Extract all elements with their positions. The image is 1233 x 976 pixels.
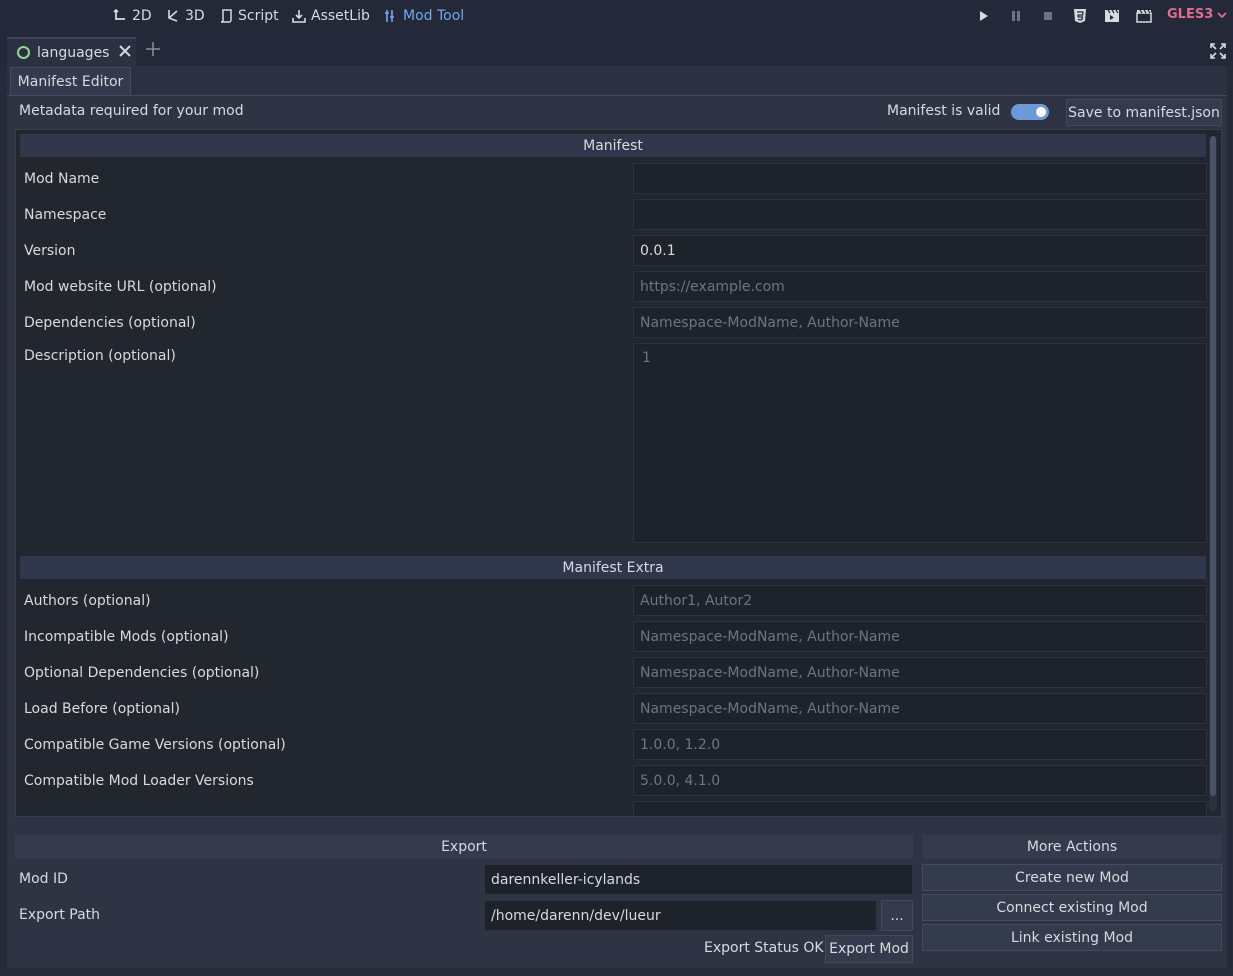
- incompatible-mods-label: Incompatible Mods (optional): [24, 629, 229, 645]
- link-existing-mod-button[interactable]: Link existing Mod: [922, 924, 1222, 951]
- authors-label: Authors (optional): [24, 593, 151, 609]
- browse-path-button[interactable]: ...: [881, 900, 913, 931]
- compatible-game-versions-input[interactable]: 1.0.0, 1.2.0: [633, 729, 1207, 760]
- chevron-down-icon: [1217, 11, 1227, 18]
- renderer-selector[interactable]: GLES3: [1167, 7, 1227, 22]
- html5-icon: [1074, 9, 1086, 23]
- mod-name-label: Mod Name: [24, 171, 100, 187]
- connect-existing-mod-button[interactable]: Connect existing Mod: [922, 894, 1222, 921]
- manifest-scroll-area[interactable]: Manifest Mod Name Namespace Version 0.0.…: [15, 129, 1222, 817]
- 3d-icon: [168, 10, 178, 22]
- dependencies-input[interactable]: Namespace-ModName, Author-Name: [633, 307, 1207, 338]
- close-icon[interactable]: [118, 44, 132, 58]
- pause-icon: [1012, 11, 1020, 21]
- play-scene-button[interactable]: [1104, 8, 1120, 24]
- manifest-extra-section-header: Manifest Extra: [20, 556, 1206, 579]
- top-toolbar: 2D 3D Script AssetLib Mod Tool GLES3: [0, 0, 1233, 34]
- namespace-label: Namespace: [24, 207, 107, 223]
- description-line-number: 1: [642, 350, 651, 366]
- load-before-input[interactable]: Namespace-ModName, Author-Name: [633, 693, 1207, 724]
- workspace-3d-button[interactable]: 3D: [166, 5, 205, 27]
- fullscreen-icon[interactable]: [1210, 43, 1226, 59]
- compatible-game-versions-label: Compatible Game Versions (optional): [24, 737, 286, 753]
- more-actions-header: More Actions: [922, 835, 1222, 859]
- description-textarea[interactable]: 1: [633, 343, 1207, 543]
- workspace-script-label: Script: [238, 8, 279, 24]
- manifest-section-header: Manifest: [20, 134, 1206, 157]
- stop-button[interactable]: [1040, 8, 1056, 24]
- workspace-3d-label: 3D: [185, 8, 205, 24]
- play-button[interactable]: [975, 8, 991, 24]
- html5-button[interactable]: [1072, 8, 1088, 24]
- add-tab-icon[interactable]: [145, 41, 161, 57]
- save-manifest-button[interactable]: Save to manifest.json: [1066, 99, 1222, 126]
- toggle-knob: [1036, 107, 1046, 117]
- mod-tool-icon: [385, 10, 394, 22]
- scrollbar-thumb[interactable]: [1210, 136, 1216, 796]
- website-url-label: Mod website URL (optional): [24, 279, 217, 295]
- description-label: Description (optional): [24, 348, 176, 364]
- play-icon: [980, 11, 988, 21]
- manifest-valid-label: Manifest is valid: [887, 103, 1001, 119]
- authors-input[interactable]: Author1, Autor2: [633, 585, 1207, 616]
- scene-tab-languages[interactable]: languages: [7, 37, 136, 66]
- workspace-assetlib-button[interactable]: AssetLib: [292, 5, 370, 27]
- script-icon: [220, 9, 232, 23]
- workspace-2d-label: 2D: [132, 8, 152, 24]
- workspace-mod-tool-button[interactable]: Mod Tool: [384, 5, 464, 27]
- export-section-header: Export: [15, 835, 913, 859]
- load-before-label: Load Before (optional): [24, 701, 180, 717]
- clapperboard-play-icon: [1105, 9, 1119, 22]
- scene-tab-bar: languages: [0, 34, 1233, 66]
- export-path-label: Export Path: [19, 907, 101, 923]
- metadata-label: Metadata required for your mod: [19, 103, 244, 119]
- namespace-input[interactable]: [633, 199, 1207, 230]
- export-path-input[interactable]: /home/darenn/dev/lueur: [484, 900, 877, 931]
- version-label: Version: [24, 243, 76, 259]
- assetlib-icon: [292, 10, 306, 23]
- optional-dependencies-input[interactable]: Namespace-ModName, Author-Name: [633, 657, 1207, 688]
- clapperboard-icon: [1136, 9, 1152, 23]
- website-url-input[interactable]: https://example.com: [633, 271, 1207, 302]
- tab-manifest-editor[interactable]: Manifest Editor: [10, 67, 131, 95]
- mod-id-label: Mod ID: [19, 871, 68, 887]
- compatible-loader-versions-input[interactable]: 5.0.0, 4.1.0: [633, 765, 1207, 796]
- compatible-loader-versions-label: Compatible Mod Loader Versions: [24, 773, 254, 789]
- pause-button[interactable]: [1008, 8, 1024, 24]
- incompatible-mods-input[interactable]: Namespace-ModName, Author-Name: [633, 621, 1207, 652]
- stop-icon: [1044, 12, 1052, 20]
- export-status-label: Export Status OK: [704, 940, 824, 956]
- manifest-valid-toggle[interactable]: [1011, 104, 1049, 120]
- workspace-2d-button[interactable]: 2D: [113, 5, 152, 27]
- version-input[interactable]: 0.0.1: [633, 235, 1207, 266]
- mod-name-input[interactable]: [633, 163, 1207, 194]
- mod-id-input[interactable]: darennkeller-icylands: [484, 864, 913, 895]
- scene-tab-label: languages: [37, 44, 110, 61]
- vertical-scrollbar[interactable]: [1209, 136, 1217, 812]
- renderer-label: GLES3: [1167, 7, 1214, 22]
- workspace-mod-tool-label: Mod Tool: [403, 8, 465, 24]
- play-custom-scene-button[interactable]: [1136, 8, 1152, 24]
- create-new-mod-button[interactable]: Create new Mod: [922, 864, 1222, 891]
- scene-root-icon: [17, 46, 30, 59]
- workspace-assetlib-label: AssetLib: [311, 8, 370, 24]
- optional-dependencies-label: Optional Dependencies (optional): [24, 665, 260, 681]
- 2d-icon: [113, 9, 125, 20]
- next-row-input-partial[interactable]: [633, 801, 1207, 816]
- export-mod-button[interactable]: Export Mod: [825, 935, 913, 963]
- dependencies-label: Dependencies (optional): [24, 315, 196, 331]
- workspace-script-button[interactable]: Script: [219, 5, 279, 27]
